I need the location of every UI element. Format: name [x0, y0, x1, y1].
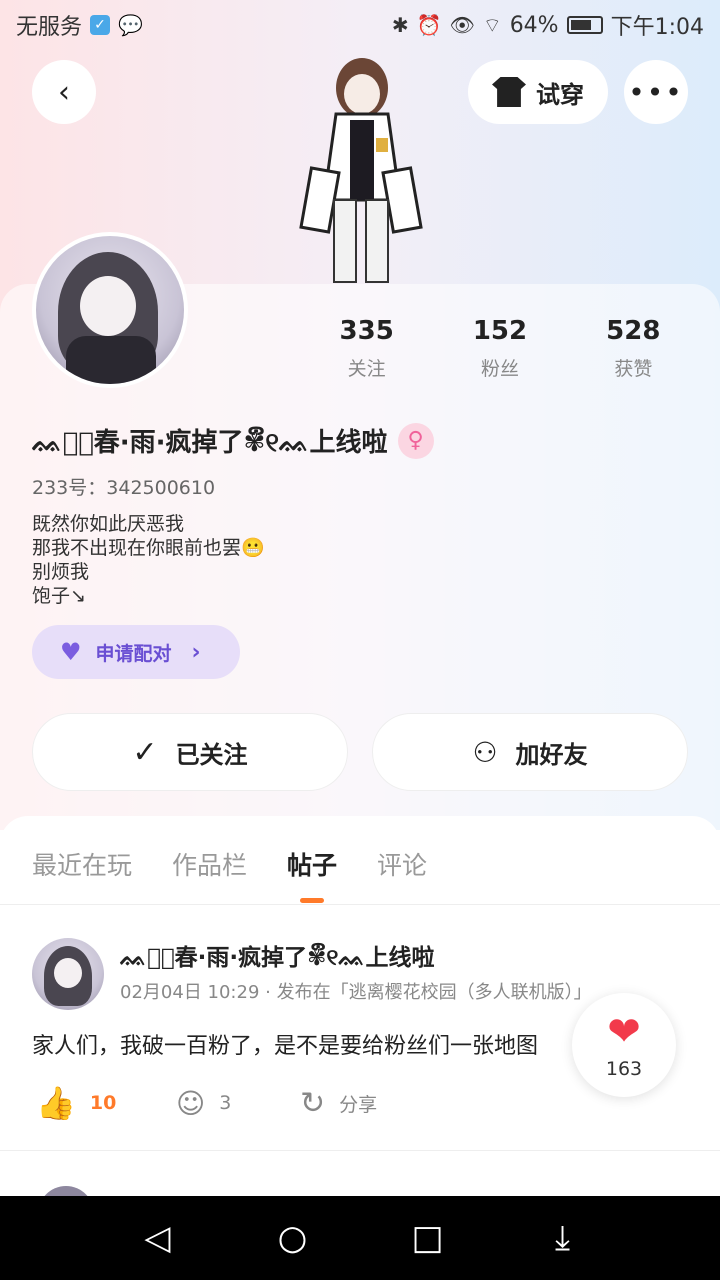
- share-button[interactable]: ↻ 分享: [300, 1086, 377, 1121]
- divider: [0, 1150, 720, 1151]
- following-button[interactable]: ✓ 已关注: [32, 713, 348, 791]
- shirt-icon: [492, 77, 526, 107]
- add-friend-button[interactable]: ⚇ 加好友: [372, 713, 688, 791]
- recents-square-icon[interactable]: □: [398, 1218, 458, 1258]
- like-count: 10: [89, 1092, 117, 1114]
- back-button[interactable]: ‹: [32, 60, 96, 124]
- comment-button[interactable]: ☺ 3: [176, 1087, 300, 1120]
- floating-like-count: 163: [605, 1058, 643, 1080]
- bio-line: 别烦我: [32, 561, 90, 583]
- chevron-right-icon: ›: [191, 639, 201, 665]
- profile-bio: 既然你如此厌恶我 那我不出现在你眼前也罢😬 别烦我 饱子↘: [32, 512, 265, 608]
- shield-icon: ✓: [90, 15, 111, 35]
- bluetooth-icon: ✱: [391, 13, 409, 37]
- bio-line: 那我不出现在你眼前也罢😬: [32, 537, 265, 559]
- female-gender-icon: ♀: [397, 422, 434, 459]
- stat-followers[interactable]: 152 粉丝: [433, 316, 566, 381]
- stat-value: 528: [606, 316, 661, 346]
- download-icon[interactable]: ⤓: [533, 1218, 593, 1258]
- divider: [0, 904, 720, 905]
- comment-count: 3: [219, 1092, 232, 1114]
- carrier-text: 无服务: [16, 15, 83, 40]
- chevron-left-icon: ‹: [58, 74, 70, 110]
- following-label: 已关注: [175, 740, 248, 769]
- alarm-icon: ⏰: [416, 13, 442, 37]
- share-label: 分享: [339, 1093, 378, 1116]
- try-on-label: 试穿: [536, 80, 584, 109]
- post-author-name[interactable]: ᨐ᥉ᷠ春·雨·疯掉了✾ຶ୧ᨐ上线啦: [120, 938, 434, 972]
- like-button[interactable]: 👍 10: [36, 1084, 176, 1122]
- character-figure: [299, 58, 423, 283]
- add-user-icon: ⚇: [472, 735, 498, 769]
- pair-label: 申请配对: [95, 642, 172, 665]
- user-id: 233号：342500610: [32, 477, 216, 499]
- clock-text: 下午1:04: [610, 15, 704, 40]
- floating-like-button[interactable]: ❤ 163: [572, 993, 676, 1097]
- heart-icon: ❤: [607, 1009, 641, 1055]
- tab-recently-played[interactable]: 最近在玩: [32, 846, 132, 882]
- bio-line: 饱子↘: [32, 585, 86, 607]
- stat-label: 关注: [347, 358, 386, 380]
- profile-avatar[interactable]: [32, 232, 188, 388]
- battery-percent: 64%: [509, 12, 559, 38]
- more-options-button[interactable]: •••: [624, 60, 688, 124]
- active-tab-indicator: [300, 898, 325, 903]
- bio-line: 既然你如此厌恶我: [32, 513, 185, 535]
- home-circle-icon[interactable]: ○: [263, 1218, 323, 1258]
- tab-works[interactable]: 作品栏: [172, 846, 247, 882]
- post-meta: 02月04日 10:29 · 发布在「逃离樱花校园（多人联机版）」: [120, 982, 592, 1003]
- battery-icon: [566, 16, 603, 34]
- stat-label: 获赞: [614, 358, 653, 380]
- check-icon: ✓: [132, 734, 158, 770]
- post-actions: 👍 10 ☺ 3 ↻ 分享: [36, 1084, 377, 1122]
- username-text: ᨐ᥉ᷠ春·雨·疯掉了✾ຶ୧ᨐ上线啦: [32, 428, 388, 458]
- add-friend-label: 加好友: [515, 740, 588, 769]
- share-icon: ↻: [300, 1085, 326, 1121]
- heart-icon: ♥: [60, 638, 82, 666]
- tab-comments[interactable]: 评论: [377, 846, 427, 882]
- more-dots-icon: •••: [628, 75, 684, 109]
- stat-likes[interactable]: 528 获赞: [567, 316, 700, 381]
- stat-value: 152: [472, 316, 528, 346]
- tab-posts[interactable]: 帖子: [287, 846, 338, 903]
- post-author-avatar[interactable]: [32, 938, 104, 1010]
- profile-stats: 335 关注 152 粉丝 528 获赞: [300, 316, 700, 381]
- stat-following[interactable]: 335 关注: [300, 316, 433, 381]
- next-post-peek: [32, 1180, 688, 1196]
- stat-label: 粉丝: [480, 358, 519, 380]
- eye-icon: 👁: [449, 13, 475, 37]
- system-navigation-bar: ◁ ○ □ ⤓: [0, 1196, 720, 1280]
- wechat-icon: 💬: [118, 13, 143, 37]
- profile-username: ᨐ᥉ᷠ春·雨·疯掉了✾ຶ୧ᨐ上线啦 ♀: [32, 422, 434, 459]
- stat-value: 335: [339, 316, 394, 346]
- request-pairing-button[interactable]: ♥ 申请配对 ›: [32, 625, 240, 679]
- status-bar: 无服务 ✓ 💬 ✱ ⏰ 👁 ⌔ 64% 下午1:04: [0, 0, 720, 50]
- thumbs-up-icon: 👍: [36, 1084, 76, 1122]
- back-triangle-icon[interactable]: ◁: [128, 1218, 188, 1258]
- try-on-button[interactable]: 试穿: [468, 60, 608, 124]
- tab-posts-label: 帖子: [287, 851, 338, 880]
- profile-tabs: 最近在玩 作品栏 帖子 评论: [32, 846, 427, 903]
- post-text[interactable]: 家人们，我破一百粉了，是不是要给粉丝们一张地图: [32, 1028, 592, 1060]
- comment-icon: ☺: [176, 1086, 206, 1120]
- wifi-icon: ⌔: [482, 12, 502, 37]
